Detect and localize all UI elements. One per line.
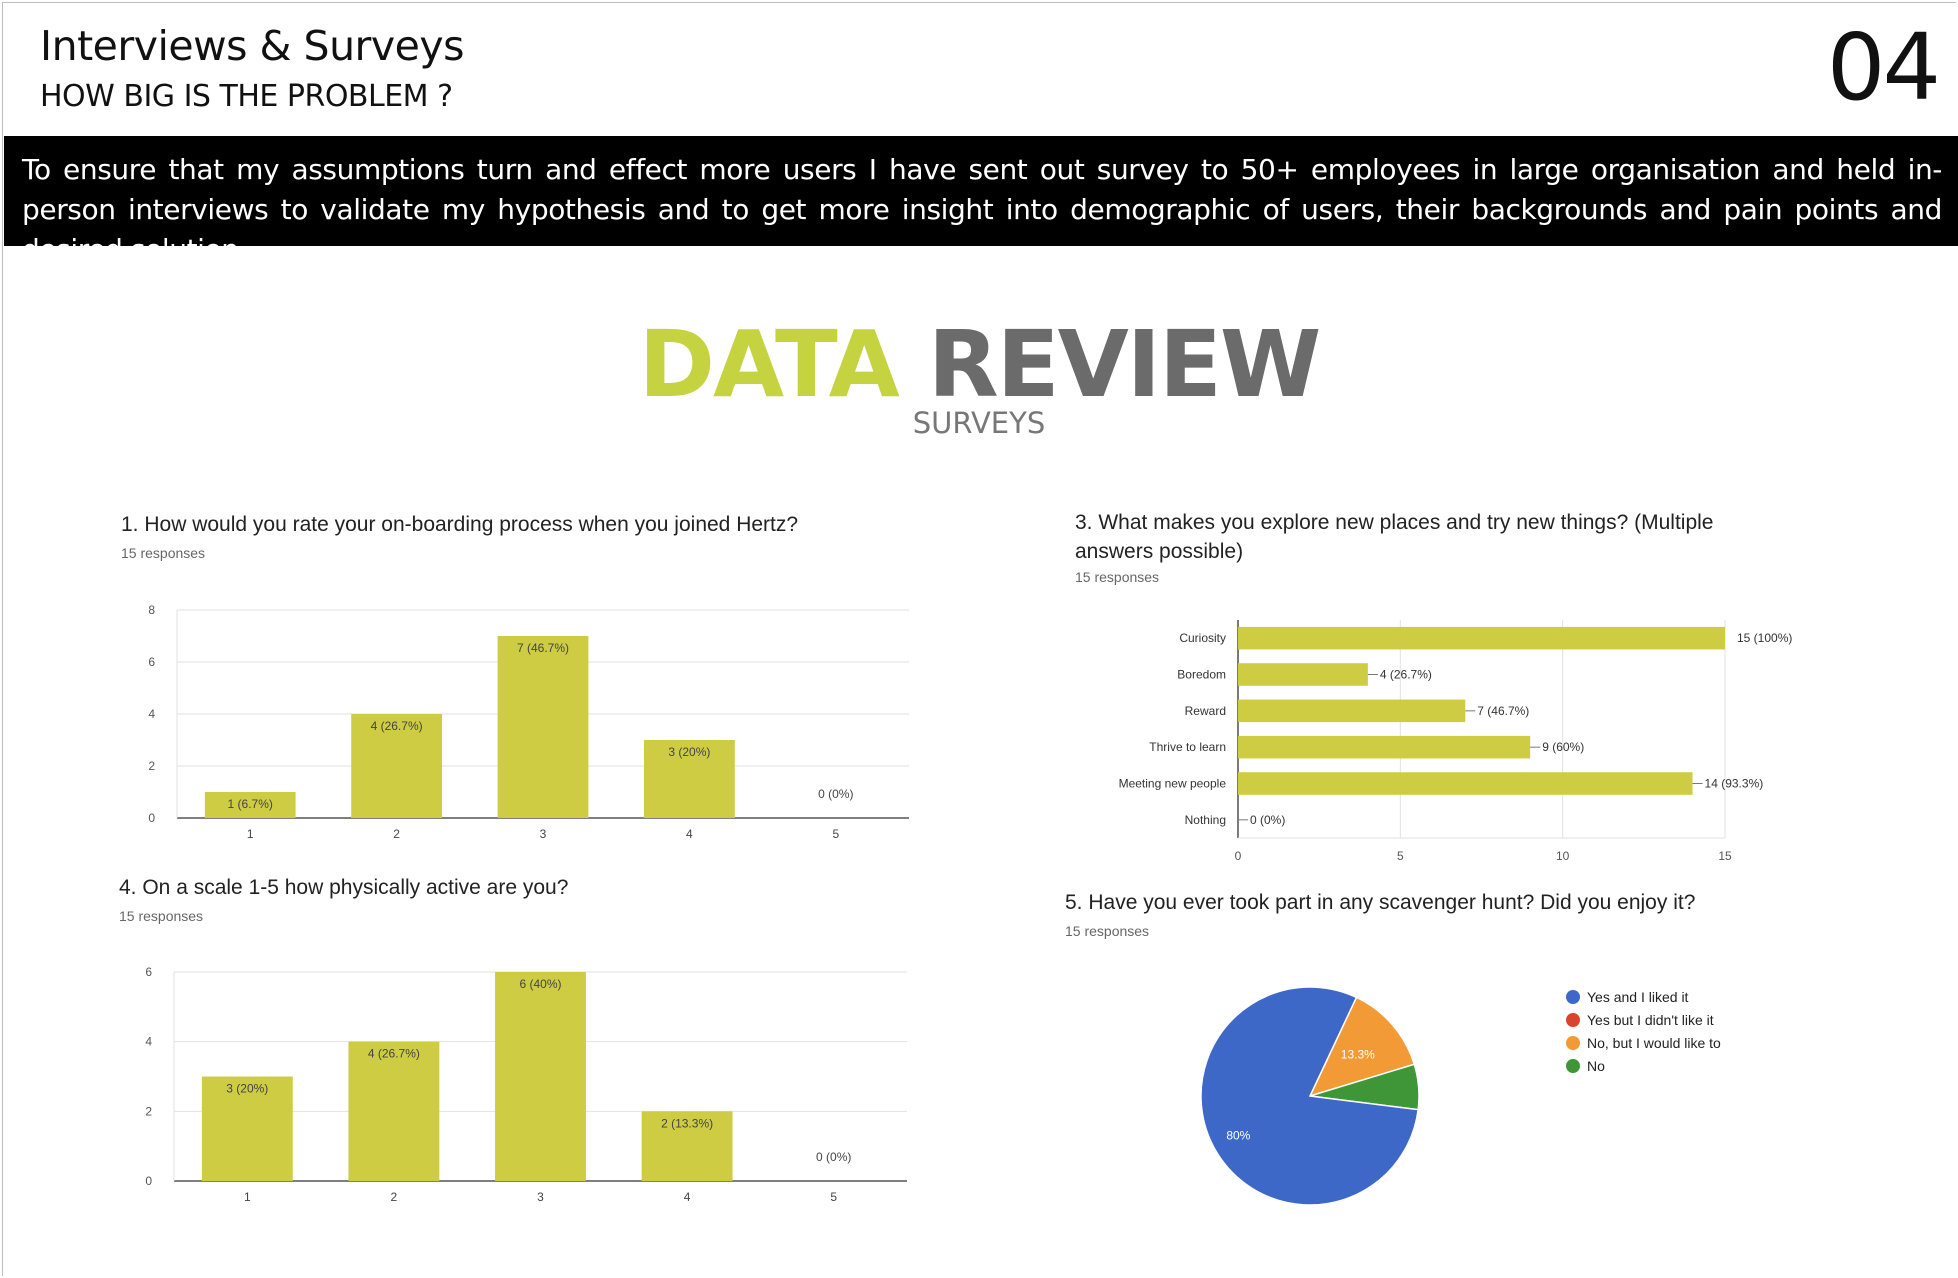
- legend-swatch: [1566, 1058, 1580, 1073]
- legend-item: No: [1566, 1054, 1721, 1077]
- legend-swatch: [1566, 1035, 1580, 1050]
- legend-item: No, but I would like to: [1566, 1031, 1721, 1054]
- legend-swatch: [1566, 1012, 1580, 1027]
- legend-label: No, but I would like to: [1587, 1034, 1721, 1051]
- legend-item: Yes but I didn't like it: [1566, 1008, 1721, 1031]
- legend-label: No: [1587, 1057, 1605, 1074]
- q5-legend: Yes and I liked it Yes but I didn't like…: [1566, 985, 1721, 1077]
- q5-slice-label: 13.3%: [1341, 1048, 1375, 1062]
- legend-label: Yes but I didn't like it: [1587, 1011, 1714, 1028]
- legend-label: Yes and I liked it: [1587, 988, 1689, 1005]
- legend-item: Yes and I liked it: [1566, 985, 1721, 1008]
- q5-slice-label: 80%: [1226, 1128, 1250, 1142]
- legend-swatch: [1566, 989, 1580, 1004]
- q5-pie-chart: 13.3% 80%: [1200, 986, 1420, 1206]
